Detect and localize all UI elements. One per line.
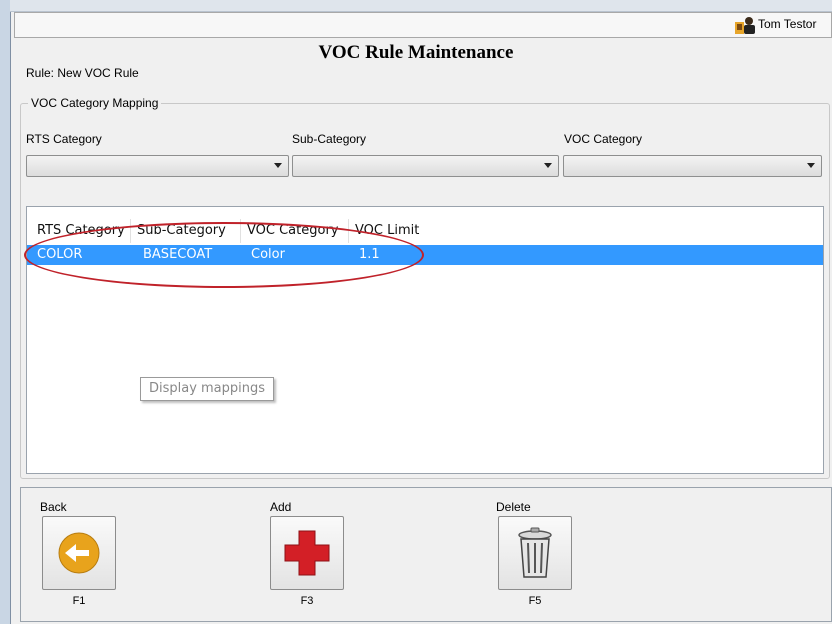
annotation-ellipse <box>24 222 424 288</box>
back-arrow-icon <box>58 532 100 574</box>
delete-button-label: Delete <box>496 500 531 514</box>
voc-category-select[interactable] <box>563 155 822 177</box>
group-title: VOC Category Mapping <box>28 96 162 110</box>
chevron-down-icon <box>544 163 552 168</box>
title-bar <box>10 0 832 12</box>
rule-name-label: Rule: New VOC Rule <box>26 66 139 80</box>
back-key-label: F1 <box>72 595 86 607</box>
chevron-down-icon <box>274 163 282 168</box>
add-button-label: Add <box>270 500 292 514</box>
rts-category-select[interactable] <box>26 155 289 177</box>
trash-icon <box>518 527 552 578</box>
sub-category-label: Sub-Category <box>292 132 367 146</box>
back-button[interactable] <box>42 516 116 590</box>
add-key-label: F3 <box>300 595 314 607</box>
voc-category-label: VOC Category <box>564 132 643 146</box>
user-icon <box>735 16 755 34</box>
page-title: VOC Rule Maintenance <box>318 42 514 63</box>
back-button-label: Back <box>40 500 67 514</box>
action-panel <box>20 487 832 622</box>
rts-category-label: RTS Category <box>26 132 102 146</box>
delete-key-label: F5 <box>528 595 542 607</box>
delete-button[interactable] <box>498 516 572 590</box>
header-strip <box>14 12 832 38</box>
plus-icon <box>284 530 330 576</box>
add-button[interactable] <box>270 516 344 590</box>
tooltip: Display mappings <box>140 377 274 401</box>
user-name: Tom Testor <box>758 17 817 31</box>
chevron-down-icon <box>807 163 815 168</box>
sub-category-select[interactable] <box>292 155 559 177</box>
